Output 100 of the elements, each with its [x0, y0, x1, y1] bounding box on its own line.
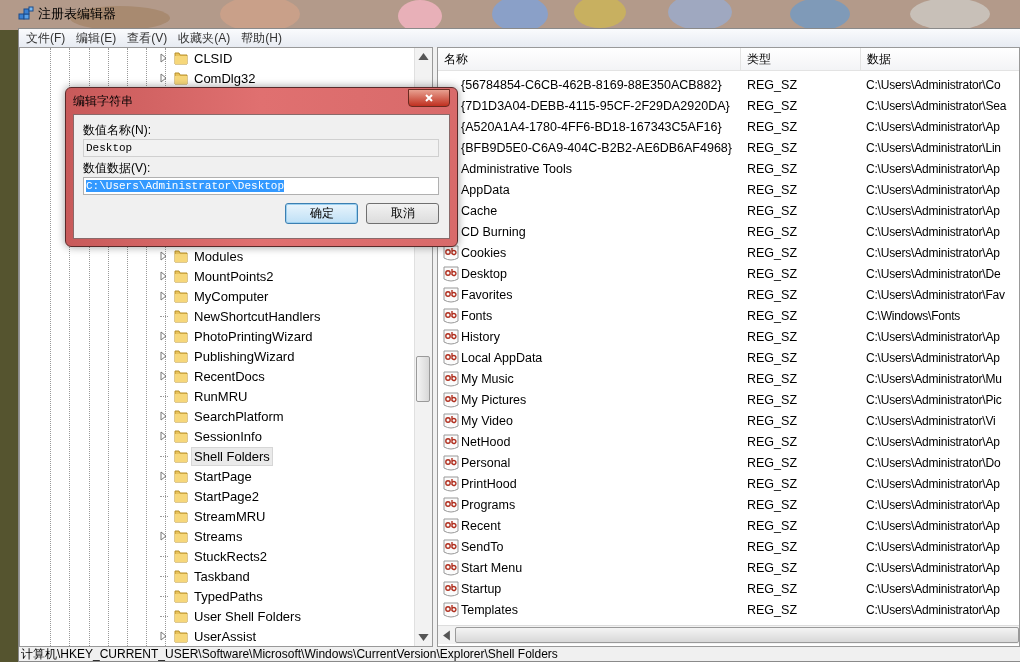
value-name[interactable]: {56784854-C6CB-462B-8169-88E350ACB882}: [461, 77, 722, 92]
folder-icon: [173, 468, 189, 484]
tree-item[interactable]: PublishingWizard: [191, 346, 298, 366]
value-name[interactable]: Cookies: [461, 245, 507, 260]
value-type: REG_SZ: [746, 392, 798, 407]
folder-icon: [173, 308, 189, 324]
tree-item[interactable]: MyComputer: [191, 286, 272, 306]
menu-item[interactable]: 帮助(H): [237, 29, 289, 47]
value-name[interactable]: My Video: [461, 413, 513, 428]
tree-item[interactable]: SearchPlatform: [191, 406, 287, 426]
value-data: C:\Users\Administrator\Sea: [865, 98, 1008, 113]
value-name[interactable]: AppData: [461, 182, 510, 197]
tree-item[interactable]: RecentDocs: [191, 366, 268, 386]
value-name[interactable]: Cache: [461, 203, 498, 218]
close-icon[interactable]: [424, 93, 434, 103]
tree-item[interactable]: TypedPaths: [191, 586, 266, 606]
cancel-button[interactable]: 取消: [366, 203, 439, 224]
value-name[interactable]: Favorites: [461, 287, 513, 302]
menu-item[interactable]: 查看(V): [123, 29, 175, 47]
value-name[interactable]: Local AppData: [461, 350, 543, 365]
horizontal-scrollbar[interactable]: [438, 625, 1019, 644]
tree-item[interactable]: StreamMRU: [191, 506, 269, 526]
tree-item[interactable]: RunMRU: [191, 386, 251, 406]
expand-arrow-icon[interactable]: [160, 411, 168, 421]
value-name[interactable]: CD Burning: [461, 224, 526, 239]
tree-item[interactable]: Taskband: [191, 566, 253, 586]
value-type: REG_SZ: [746, 602, 798, 617]
tree-item[interactable]: ComDlg32: [191, 68, 259, 88]
menu-item[interactable]: 文件(F): [22, 29, 73, 47]
value-data: C:\Users\Administrator\Co: [865, 77, 1002, 92]
column-header[interactable]: 类型: [741, 48, 861, 70]
value-name[interactable]: Startup: [461, 581, 502, 596]
value-data: C:\Users\Administrator\Ap: [865, 560, 1001, 575]
value-data: C:\Users\Administrator\Lin: [865, 140, 1002, 155]
column-header[interactable]: 名称: [438, 48, 741, 70]
name-field[interactable]: Desktop: [83, 139, 439, 157]
ok-button[interactable]: 确定: [285, 203, 358, 224]
menu-item[interactable]: 收藏夹(A): [174, 29, 238, 47]
value-type: REG_SZ: [746, 182, 798, 197]
tree-item[interactable]: StartPage: [191, 466, 255, 486]
expand-arrow-icon[interactable]: [160, 371, 168, 381]
value-name[interactable]: Start Menu: [461, 560, 523, 575]
expand-arrow-icon[interactable]: [160, 431, 168, 441]
folder-icon: [173, 448, 189, 464]
value-type: REG_SZ: [746, 350, 798, 365]
expand-arrow-icon[interactable]: [160, 291, 168, 301]
tree-item[interactable]: CLSID: [191, 48, 236, 68]
value-name[interactable]: Templates: [461, 602, 518, 617]
scroll-thumb[interactable]: [455, 627, 1019, 643]
value-type: REG_SZ: [746, 140, 798, 155]
value-name[interactable]: SendTo: [461, 539, 504, 554]
tree-item[interactable]: StuckRects2: [191, 546, 270, 566]
value-name[interactable]: {A520A1A4-1780-4FF6-BD18-167343C5AF16}: [461, 119, 722, 134]
value-name[interactable]: Administrative Tools: [461, 161, 572, 176]
value-type: REG_SZ: [746, 161, 798, 176]
tree-item[interactable]: Modules: [191, 246, 247, 266]
value-name[interactable]: PrintHood: [461, 476, 517, 491]
window-title: 注册表编辑器: [38, 5, 116, 23]
value-data: C:\Windows\Fonts: [865, 308, 962, 323]
value-name[interactable]: History: [461, 329, 500, 344]
menu-item[interactable]: 编辑(E): [72, 29, 124, 47]
expand-arrow-icon[interactable]: [160, 73, 168, 83]
value-name[interactable]: {BFB9D5E0-C6A9-404C-B2B2-AE6DB6AF4968}: [461, 140, 732, 155]
expand-arrow-icon[interactable]: [160, 331, 168, 341]
scroll-thumb[interactable]: [416, 356, 430, 402]
value-name[interactable]: Recent: [461, 518, 501, 533]
close-button[interactable]: [408, 89, 450, 107]
value-name[interactable]: My Music: [461, 371, 514, 386]
tree-item[interactable]: MountPoints2: [191, 266, 277, 286]
value-name[interactable]: Personal: [461, 455, 511, 470]
expand-arrow-icon[interactable]: [160, 631, 168, 641]
value-data: C:\Users\Administrator\Ap: [865, 476, 1001, 491]
expand-arrow-icon[interactable]: [160, 251, 168, 261]
value-name[interactable]: Fonts: [461, 308, 493, 323]
tree-item[interactable]: NewShortcutHandlers: [191, 306, 324, 326]
value-data: C:\Users\Administrator\Ap: [865, 203, 1001, 218]
value-name[interactable]: Programs: [461, 497, 516, 512]
value-name[interactable]: My Pictures: [461, 392, 527, 407]
value-type: REG_SZ: [746, 539, 798, 554]
tree-item[interactable]: StartPage2: [191, 486, 263, 506]
value-name[interactable]: NetHood: [461, 434, 511, 449]
expand-arrow-icon[interactable]: [160, 53, 168, 63]
expand-arrow-icon[interactable]: [160, 531, 168, 541]
expand-arrow-icon[interactable]: [160, 351, 168, 361]
tree-item[interactable]: User Shell Folders: [191, 606, 304, 626]
tree-item[interactable]: Shell Folders: [191, 446, 273, 466]
tree-item[interactable]: Streams: [191, 526, 246, 546]
value-name[interactable]: Desktop: [461, 266, 507, 281]
expand-arrow-icon[interactable]: [160, 471, 168, 481]
tree-item[interactable]: SessionInfo: [191, 426, 265, 446]
tree-item[interactable]: PhotoPrintingWizard: [191, 326, 316, 346]
value-type: REG_SZ: [746, 371, 798, 386]
value-type: REG_SZ: [746, 287, 798, 302]
folder-icon: [173, 588, 189, 604]
value-name[interactable]: {7D1D3A04-DEBB-4115-95CF-2F29DA2920DA}: [461, 98, 730, 113]
tree-item[interactable]: UserAssist: [191, 626, 260, 646]
folder-icon: [173, 548, 189, 564]
value-type: REG_SZ: [746, 434, 798, 449]
column-header[interactable]: 数据: [861, 48, 1019, 70]
expand-arrow-icon[interactable]: [160, 271, 168, 281]
